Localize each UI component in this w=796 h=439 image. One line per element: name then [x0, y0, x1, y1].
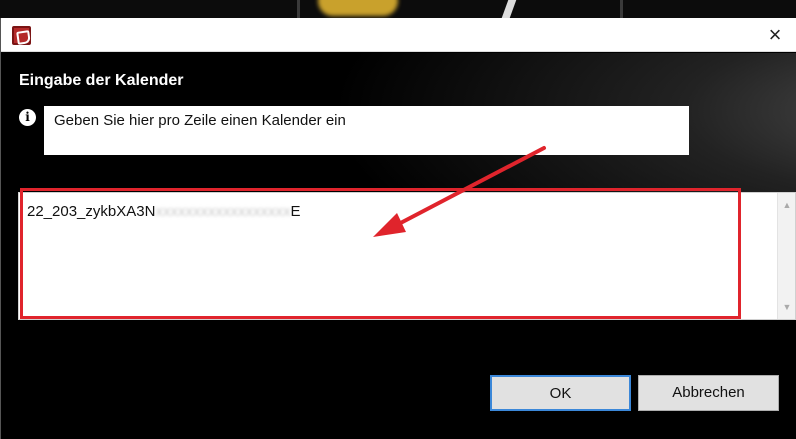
info-text: Geben Sie hier pro Zeile einen Kalender … — [54, 112, 346, 129]
textarea-text: 22_203_zykbXA3N — [27, 203, 156, 220]
close-icon[interactable]: × — [761, 21, 789, 49]
calendar-textarea-container: 22_203_zykbXA3NxxxxxxxxxxxxxxxxxxE ▲ ▼ — [18, 192, 796, 320]
scroll-up-icon[interactable]: ▲ — [778, 197, 796, 213]
textarea-scrollbar[interactable]: ▲ ▼ — [777, 193, 795, 319]
background-window-edge — [620, 0, 623, 18]
info-icon: i — [19, 109, 36, 126]
background-window-edge — [297, 0, 300, 18]
info-message: Geben Sie hier pro Zeile einen Kalender … — [44, 106, 689, 155]
textarea-blurred-text: xxxxxxxxxxxxxxxxxx — [155, 203, 291, 220]
app-icon — [12, 26, 31, 45]
dialog-content: Eingabe der Kalender i Geben Sie hier pr… — [1, 53, 796, 439]
calendar-input-dialog: × Eingabe der Kalender i Geben Sie hier … — [0, 18, 796, 439]
background-desktop — [0, 0, 796, 18]
background-image — [501, 0, 517, 18]
background-image — [318, 0, 398, 16]
scroll-down-icon[interactable]: ▼ — [778, 299, 796, 315]
title-bar: × — [1, 18, 796, 52]
dialog-heading: Eingabe der Kalender — [19, 72, 184, 89]
textarea-text-end: E — [290, 203, 301, 220]
calendar-textarea[interactable]: 22_203_zykbXA3NxxxxxxxxxxxxxxxxxxE — [19, 193, 779, 319]
cancel-button[interactable]: Abbrechen — [638, 375, 779, 411]
ok-button[interactable]: OK — [490, 375, 631, 411]
